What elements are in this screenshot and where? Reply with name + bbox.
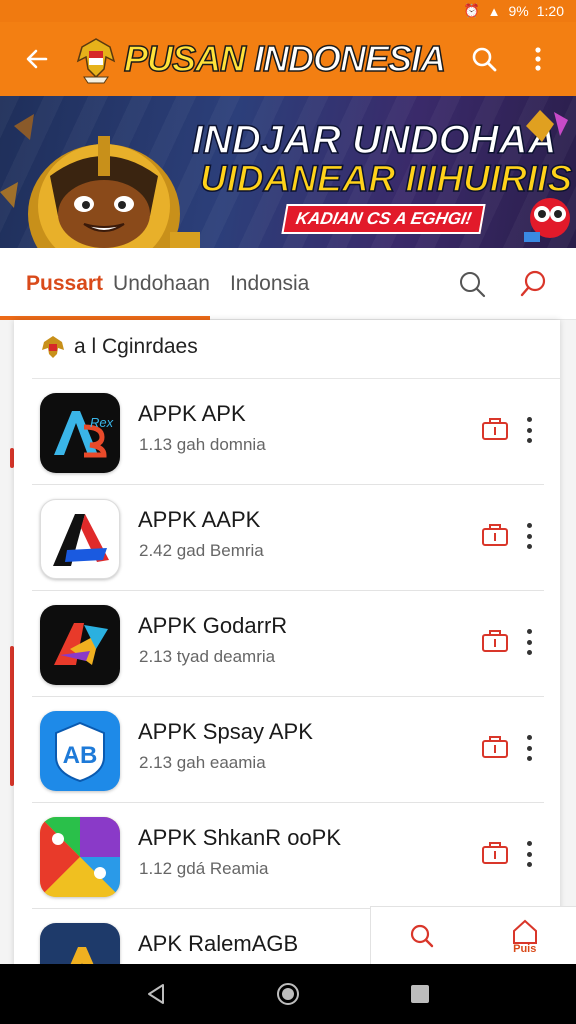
open-box-icon	[482, 842, 508, 864]
app-meta: 1.13 gah domnia	[139, 435, 266, 454]
section-title: a l Cginrdaes	[74, 335, 198, 358]
app-icon[interactable]: Rex	[40, 393, 120, 473]
app-logo-icon	[54, 623, 108, 665]
app-bar: PUSAN INDONESIA	[0, 22, 576, 96]
app-icon[interactable]	[40, 817, 120, 897]
overflow-menu-button[interactable]	[520, 41, 556, 77]
tab-filter-search-button[interactable]	[518, 266, 550, 302]
bottom-tab-bar: Puis	[370, 906, 576, 964]
status-bar: ⏰ ▲ 9% 1:20	[0, 0, 576, 22]
nav-back-button[interactable]	[136, 974, 176, 1014]
app-icon[interactable]	[40, 499, 120, 579]
open-box-icon	[482, 630, 508, 652]
tab-second[interactable]: Undohaan	[113, 272, 210, 295]
app-meta: 1.12 gdá Reamia	[139, 859, 269, 878]
brand: PUSAN INDONESIA	[74, 33, 466, 85]
app-name: APPK Spsay APK	[138, 719, 313, 744]
arrow-left-icon	[26, 49, 48, 69]
list-item[interactable]: APPK GodarrR 2.13 tyad deamria	[14, 591, 560, 697]
mascot-decoration-icon	[524, 198, 570, 242]
tab-third[interactable]: Indonsia	[230, 272, 309, 295]
signal-icon: ▲	[487, 3, 501, 19]
app-name: APPK APK	[138, 401, 246, 426]
app-name: APPK GodarrR	[138, 613, 288, 638]
open-app-button[interactable]	[480, 733, 510, 763]
search-icon	[411, 924, 434, 947]
search-button[interactable]	[466, 41, 502, 77]
app-logo-icon: Rex	[54, 411, 114, 458]
app-meta: 2.13 tyad deamria	[139, 647, 276, 666]
app-meta: 2.13 gah eaamia	[139, 753, 266, 772]
app-list-panel: a l Cginrdaes Rex APPK APK 1.13 gah domn…	[14, 320, 560, 1003]
list-item[interactable]: APPK ShkanR ooPK 1.12 gdá Reamia	[14, 803, 560, 909]
bottom-tab-home-label: Puis	[513, 942, 537, 955]
row-more-button[interactable]	[519, 413, 539, 447]
app-logo-icon: AB	[55, 721, 105, 783]
nav-home-button[interactable]	[268, 974, 308, 1014]
alarm-icon: ⏰	[463, 3, 480, 18]
tab-label-group[interactable]: Pussart Undohaan Indonsia	[0, 272, 309, 296]
app-logo-icon	[40, 817, 120, 897]
banner-subtag: KADIAN CS A EGHGI!	[281, 204, 487, 234]
row-more-button[interactable]	[519, 625, 539, 659]
home-icon	[512, 919, 537, 944]
gem-decoration-icon	[526, 110, 568, 142]
search-alt-icon	[520, 270, 546, 297]
app-logo-text: AB	[63, 742, 98, 769]
circle-home-icon	[277, 983, 299, 1005]
bottom-tab-home[interactable]: Puis	[474, 907, 576, 964]
square-recents-icon	[411, 985, 429, 1003]
section-header: a l Cginrdaes	[40, 334, 198, 360]
app-logo-icon	[53, 514, 109, 566]
search-icon	[460, 272, 486, 298]
row-more-button[interactable]	[519, 837, 539, 871]
open-box-icon	[482, 736, 508, 758]
app-name: APK RalemAGB	[138, 931, 299, 956]
battery-text: 9%	[508, 3, 529, 19]
list-item[interactable]: APPK AAPK 2.42 gad Bemria	[14, 485, 560, 591]
tab-active[interactable]: Pussart	[26, 272, 103, 295]
row-more-button[interactable]	[519, 731, 539, 765]
crest-icon	[42, 336, 64, 358]
hero-character-image	[0, 114, 200, 248]
open-box-icon	[482, 418, 508, 440]
app-title-part2: INDONESIA	[245, 37, 447, 80]
app-logo-text: Rex	[90, 415, 114, 430]
app-icon[interactable]	[40, 605, 120, 685]
back-button[interactable]	[0, 22, 74, 96]
right-rail	[560, 320, 576, 980]
banner-headline-1: INDJAR UNDOHAA	[191, 117, 557, 163]
open-app-button[interactable]	[480, 415, 510, 445]
app-title: PUSAN INDONESIA	[123, 37, 447, 80]
app-title-part1: PUSAN	[123, 37, 247, 80]
app-name: APPK AAPK	[138, 507, 261, 532]
system-nav-bar	[0, 964, 576, 1024]
open-app-button[interactable]	[480, 521, 510, 551]
app-name: APPK ShkanR ooPK	[138, 825, 342, 850]
open-app-button[interactable]	[480, 839, 510, 869]
app-meta: 2.42 gad Bemria	[139, 541, 264, 560]
nav-recents-button[interactable]	[400, 974, 440, 1014]
row-more-button[interactable]	[519, 519, 539, 553]
garuda-emblem-icon	[74, 33, 118, 85]
app-icon[interactable]: AB	[40, 711, 120, 791]
clock: 1:20	[536, 3, 564, 19]
more-vert-icon	[535, 47, 541, 71]
open-app-button[interactable]	[480, 627, 510, 657]
banner-headline-2: UIDANEAR IIIHUIRIIS	[199, 157, 573, 200]
search-icon	[472, 47, 497, 72]
triangle-back-icon	[148, 984, 164, 1004]
open-box-icon	[482, 524, 508, 546]
list-item[interactable]: Rex APPK APK 1.13 gah domnia	[14, 379, 560, 485]
bottom-tab-search[interactable]	[371, 907, 474, 964]
tab-search-button[interactable]	[456, 266, 488, 302]
promo-banner[interactable]: INDJAR UNDOHAA UIDANEAR IIIHUIRIIS KADIA…	[0, 96, 576, 248]
list-item[interactable]: AB APPK Spsay APK 2.13 gah eaamia	[14, 697, 560, 803]
